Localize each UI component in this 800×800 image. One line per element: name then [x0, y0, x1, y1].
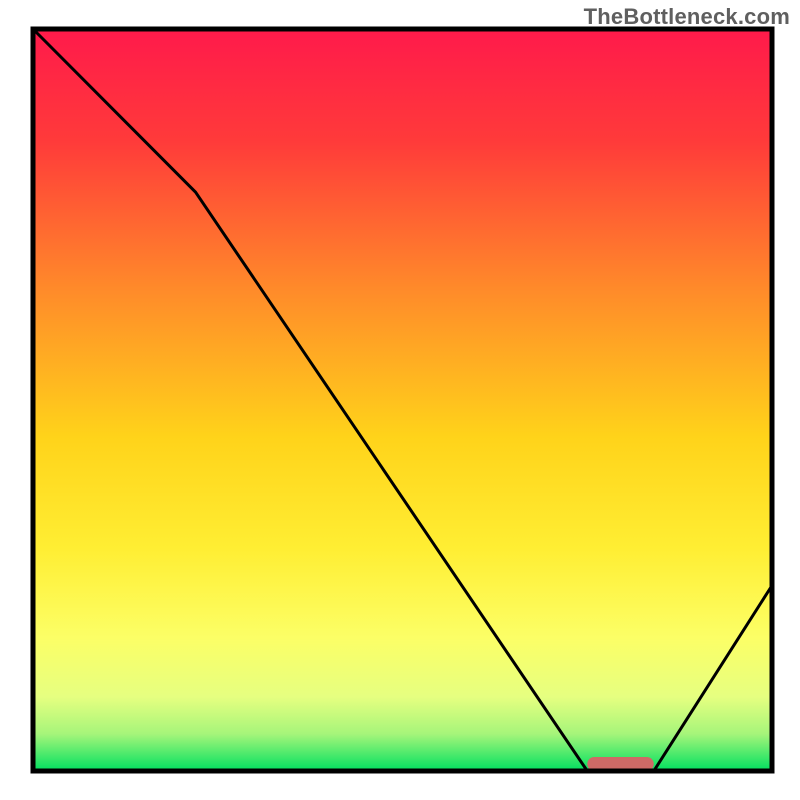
bottleneck-chart — [0, 0, 800, 800]
watermark-text: TheBottleneck.com — [584, 4, 790, 30]
chart-container: TheBottleneck.com — [0, 0, 800, 800]
